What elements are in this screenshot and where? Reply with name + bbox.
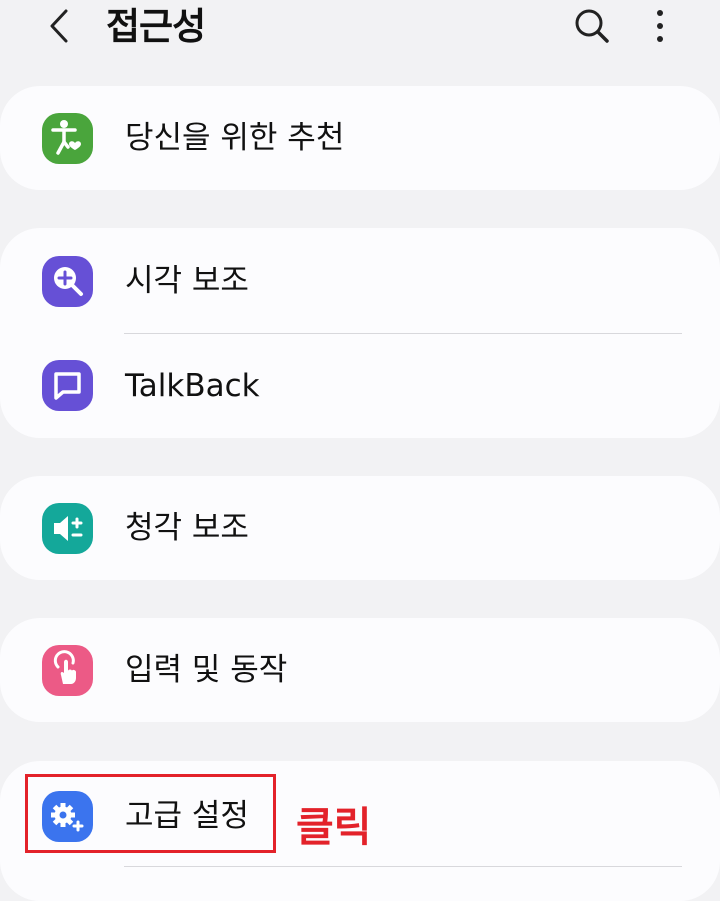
- highlight-box: [25, 774, 276, 853]
- settings-item-label: 입력 및 동작: [125, 652, 288, 688]
- search-icon: [575, 9, 609, 43]
- chat-bubble-icon: [42, 360, 93, 411]
- chevron-left-icon: [50, 9, 68, 43]
- settings-item-input-motion[interactable]: 입력 및 동작: [0, 618, 720, 722]
- magnifier-plus-icon: [42, 256, 93, 307]
- settings-item-recommended[interactable]: 당신을 위한 추천: [0, 86, 720, 190]
- more-options-button[interactable]: [638, 4, 682, 48]
- top-app-bar: 접근성: [0, 0, 720, 60]
- settings-item-vision-assist[interactable]: 시각 보조: [0, 229, 720, 333]
- settings-item-talkback[interactable]: TalkBack: [0, 334, 720, 438]
- page-title: 접근성: [106, 5, 206, 48]
- accessibility-person-icon: [42, 113, 93, 164]
- volume-plus-icon: [42, 503, 93, 554]
- back-button[interactable]: [38, 4, 82, 48]
- search-button[interactable]: [570, 4, 614, 48]
- click-annotation-label: 클릭: [296, 803, 372, 851]
- settings-item-label: 청각 보조: [125, 510, 249, 546]
- settings-item-label: 시각 보조: [125, 263, 249, 299]
- more-vertical-icon: [657, 10, 663, 42]
- settings-item-label: TalkBack: [125, 368, 260, 404]
- settings-item-label: 당신을 위한 추천: [125, 120, 345, 156]
- settings-item-hearing-assist[interactable]: 청각 보조: [0, 476, 720, 580]
- touch-hand-icon: [42, 645, 93, 696]
- divider: [124, 866, 682, 867]
